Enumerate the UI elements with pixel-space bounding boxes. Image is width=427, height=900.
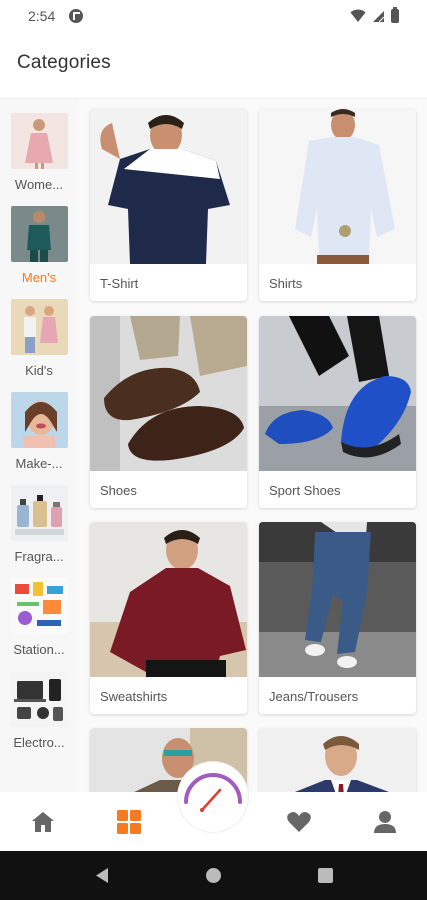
category-card-shirts[interactable]: Shirts [259,109,416,301]
sport-shoes-image [259,316,416,471]
category-card-sport-shoes[interactable]: Sport Shoes [259,316,416,508]
category-card-jeans-trousers[interactable]: Jeans/Trousers [259,522,416,714]
category-card-partial-2[interactable] [259,728,416,792]
category-card-tshirt[interactable]: T-Shirt [90,109,247,301]
partial-card-image [259,728,416,792]
app-notification-icon [69,9,83,23]
jeans-image [259,522,416,677]
card-label: Sweatshirts [100,689,168,704]
back-icon[interactable] [94,867,110,884]
shoes-image [90,316,247,471]
sweatshirts-image [90,522,247,677]
card-label: Shirts [269,276,303,291]
battery-icon [391,7,399,23]
sidebar-item-electronics[interactable]: Electro... [0,657,78,750]
categories-icon[interactable] [116,809,142,835]
card-label: Sport Shoes [269,483,341,498]
stationery-thumbnail [11,578,68,634]
system-navigation-bar [0,851,427,900]
page-title: Categories [17,52,111,73]
sidebar-item-label: Kid's [25,363,53,378]
home-system-icon[interactable] [206,868,221,883]
card-label: T-Shirt [100,276,139,291]
women-thumbnail [11,113,68,169]
sidebar-item-label: Station... [13,642,65,657]
sidebar-item-makeup[interactable]: Make-... [0,378,78,471]
sidebar-item-label: Men's [21,270,57,285]
sidebar-item-label: Wome... [14,177,64,192]
sidebar-item-mens[interactable]: Men's [0,192,78,285]
tshirt-image [90,109,247,264]
category-sidebar[interactable]: Wome... Men's Kid's Make-... Fragra... S… [0,99,78,792]
home-icon[interactable] [30,809,56,835]
status-icons [350,7,399,23]
mens-thumbnail [11,206,68,262]
wifi-icon [350,9,366,22]
category-grid[interactable]: T-Shirt Shirts Shoes Sport Shoes Sweatsh… [78,99,427,792]
sidebar-item-kids[interactable]: Kid's [0,285,78,378]
sidebar-item-fragrance[interactable]: Fragra... [0,471,78,564]
recent-apps-icon[interactable] [318,868,333,883]
app-header: Categories [0,32,427,99]
makeup-thumbnail [11,392,68,448]
heart-icon[interactable] [286,809,312,835]
shirts-image [259,109,416,264]
fragrance-thumbnail [11,485,68,541]
speedometer-icon [184,773,242,812]
electronics-thumbnail [11,671,68,727]
user-icon[interactable] [372,809,398,835]
sidebar-item-label: Fragra... [14,549,64,564]
signal-icon [373,10,385,22]
speedometer-button[interactable] [178,762,248,832]
card-label: Shoes [100,483,137,498]
status-time: 2:54 [28,8,56,24]
category-card-shoes[interactable]: Shoes [90,316,247,508]
card-label: Jeans/Trousers [269,689,359,704]
status-bar: 2:54 [0,0,427,32]
sidebar-item-women[interactable]: Wome... [0,99,78,192]
sidebar-item-label: Electro... [13,735,65,750]
sidebar-item-label: Make-... [15,456,63,471]
kids-thumbnail [11,299,68,355]
sidebar-item-stationery[interactable]: Station... [0,564,78,657]
category-card-sweatshirts[interactable]: Sweatshirts [90,522,247,714]
